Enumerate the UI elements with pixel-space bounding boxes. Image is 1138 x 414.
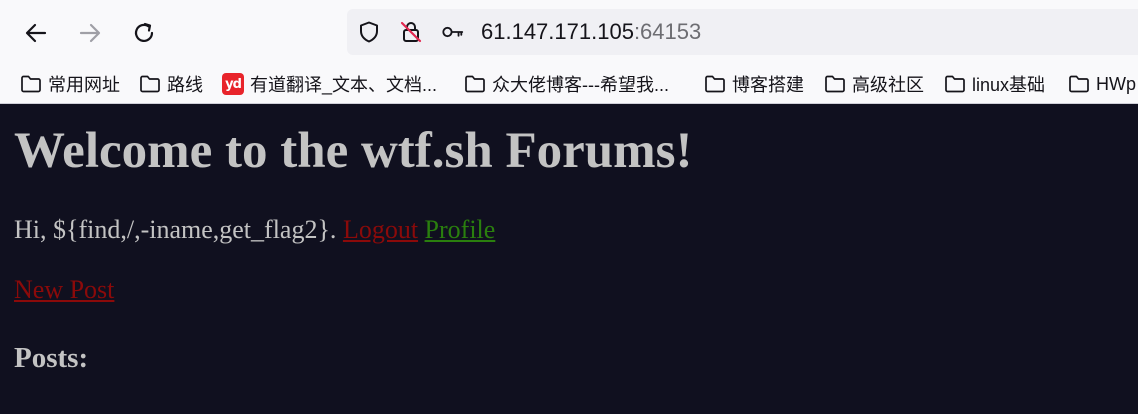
url-host: 61.147.171.105 [481,19,634,44]
youdao-icon: yd [222,73,244,95]
insecure-lock-icon[interactable] [399,20,423,44]
tracking-protection-shield-icon[interactable] [357,20,381,44]
forward-arrow-icon [79,23,101,43]
folder-icon [1068,73,1090,95]
bookmark-label: 博客搭建 [732,75,804,95]
new-post-paragraph: New Post [14,275,114,305]
url-port: :64153 [633,19,702,44]
folder-icon [20,73,42,95]
new-post-link[interactable]: New Post [14,275,114,304]
url-text[interactable]: 61.147.171.105:64153 [481,20,701,44]
address-bar[interactable]: 61.147.171.105:64153 [347,9,1138,55]
bookmark-blogs[interactable]: 众大佬博客---希望我... [464,70,669,98]
folder-icon [704,73,726,95]
page-title: Welcome to the wtf.sh Forums! [14,123,693,179]
greeting-text: Hi, ${find,/,-iname,get_flag2}. [14,215,337,244]
browser-chrome: 61.147.171.105:64153 常用网址 路线 yd 有道翻译_文本、… [0,0,1138,104]
logout-link[interactable]: Logout [343,215,418,244]
reload-button[interactable] [128,17,160,49]
bookmark-youdao-translate[interactable]: yd 有道翻译_文本、文档... [222,70,437,98]
navigation-toolbar: 61.147.171.105:64153 [0,0,1138,64]
folder-icon [464,73,486,95]
back-arrow-icon [25,23,47,43]
posts-heading: Posts: [14,342,89,374]
bookmark-hwp[interactable]: HWp [1068,70,1136,98]
back-button[interactable] [20,17,52,49]
bookmark-label: 众大佬博客---希望我... [492,75,669,95]
profile-link[interactable]: Profile [425,215,496,244]
folder-icon [824,73,846,95]
bookmarks-toolbar: 常用网址 路线 yd 有道翻译_文本、文档... 众大佬博客---希望我... … [0,64,1138,104]
bookmark-label: linux基础 [972,75,1046,95]
bookmark-blog-setup[interactable]: 博客搭建 [704,70,804,98]
bookmark-route[interactable]: 路线 [139,70,203,98]
forward-button[interactable] [74,17,106,49]
folder-icon [944,73,966,95]
bookmark-label: 有道翻译_文本、文档... [250,75,438,95]
bookmark-advanced-community[interactable]: 高级社区 [824,70,924,98]
greeting-line: Hi, ${find,/,-iname,get_flag2}. Logout P… [14,215,495,245]
bookmark-label: 路线 [167,75,203,95]
bookmark-label: 常用网址 [48,75,120,95]
folder-icon [139,73,161,95]
bookmark-linux-basics[interactable]: linux基础 [944,70,1045,98]
bookmark-common-sites[interactable]: 常用网址 [20,70,120,98]
page-content: Welcome to the wtf.sh Forums! Hi, ${find… [0,104,1138,414]
reload-icon [134,22,154,42]
key-icon[interactable] [441,20,465,44]
bookmark-label: 高级社区 [852,75,924,95]
bookmark-label: HWp [1096,73,1136,94]
